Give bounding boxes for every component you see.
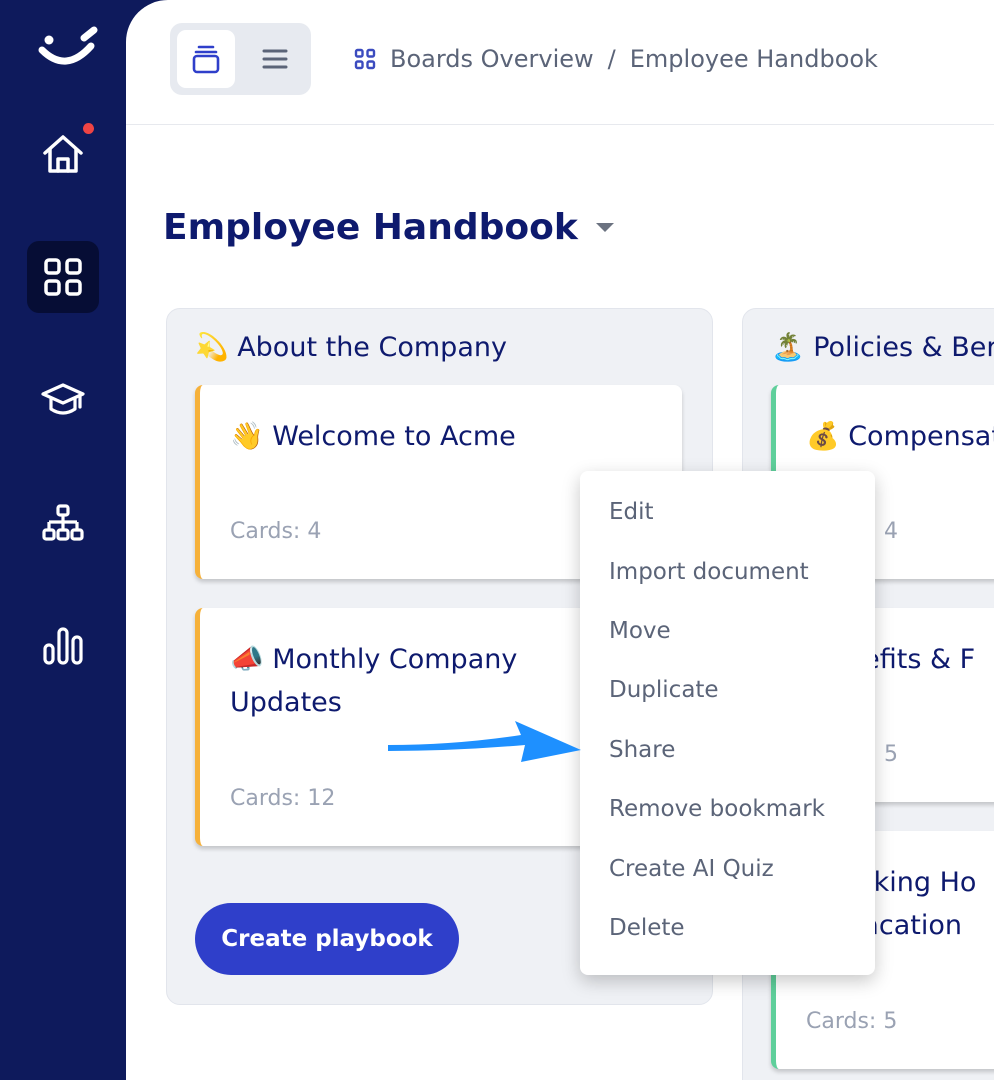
list-view-icon — [262, 49, 288, 69]
menu-item-move[interactable]: Move — [609, 618, 671, 644]
board-view-icon — [192, 45, 220, 74]
card-count: Cards: 12 — [230, 786, 336, 811]
breadcrumb-current: Employee Handbook — [629, 45, 878, 73]
sidebar-item-boards[interactable] — [27, 241, 99, 313]
menu-item-remove-bookmark[interactable]: Remove bookmark — [609, 796, 825, 822]
card-title: 📣 Monthly Company Updates — [230, 644, 518, 718]
column-title: 🏝️ Policies & Ber — [771, 332, 994, 363]
view-toggle — [170, 23, 311, 95]
menu-item-delete[interactable]: Delete — [609, 915, 685, 941]
breadcrumb: Boards Overview / Employee Handbook — [354, 42, 878, 76]
list-view-button[interactable] — [246, 30, 304, 88]
card-count: 5 — [884, 742, 898, 767]
home-icon — [43, 135, 83, 173]
card-title: 💰 Compensati — [806, 421, 994, 452]
card-count: 4 — [884, 519, 898, 544]
context-menu: Edit Import document Move Duplicate Shar… — [580, 471, 875, 975]
org-chart-icon — [42, 504, 84, 541]
app-logo-icon[interactable] — [36, 26, 100, 72]
bar-chart-icon — [43, 627, 83, 665]
notification-dot — [83, 123, 94, 134]
page-title[interactable]: Employee Handbook — [163, 207, 614, 248]
menu-item-edit[interactable]: Edit — [609, 499, 654, 525]
caret-down-icon — [595, 223, 614, 232]
breadcrumb-separator: / — [607, 45, 616, 73]
card-count: Cards: 5 — [806, 1009, 898, 1034]
menu-item-create-ai-quiz[interactable]: Create AI Quiz — [609, 856, 774, 882]
boards-grid-icon — [354, 48, 376, 70]
breadcrumb-link-boards-overview[interactable]: Boards Overview — [390, 45, 594, 73]
page-title-text: Employee Handbook — [163, 207, 578, 248]
menu-item-duplicate[interactable]: Duplicate — [609, 677, 719, 703]
menu-item-import-document[interactable]: Import document — [609, 559, 809, 585]
card-count: Cards: 4 — [230, 519, 322, 544]
board-view-button[interactable] — [177, 30, 235, 88]
annotation-arrow-icon — [388, 721, 581, 762]
boards-grid-icon — [44, 258, 82, 296]
card-title: 👋 Welcome to Acme — [230, 421, 516, 452]
graduation-cap-icon — [41, 383, 85, 415]
sidebar-item-academy[interactable] — [27, 364, 99, 436]
sidebar-item-org-chart[interactable] — [27, 488, 99, 560]
sidebar — [0, 0, 126, 1080]
create-playbook-button[interactable]: Create playbook — [195, 903, 459, 975]
sidebar-item-analytics[interactable] — [27, 610, 99, 682]
top-bar: Boards Overview / Employee Handbook — [126, 0, 994, 125]
menu-item-share[interactable]: Share — [609, 737, 675, 763]
column-title: 💫 About the Company — [195, 332, 507, 363]
